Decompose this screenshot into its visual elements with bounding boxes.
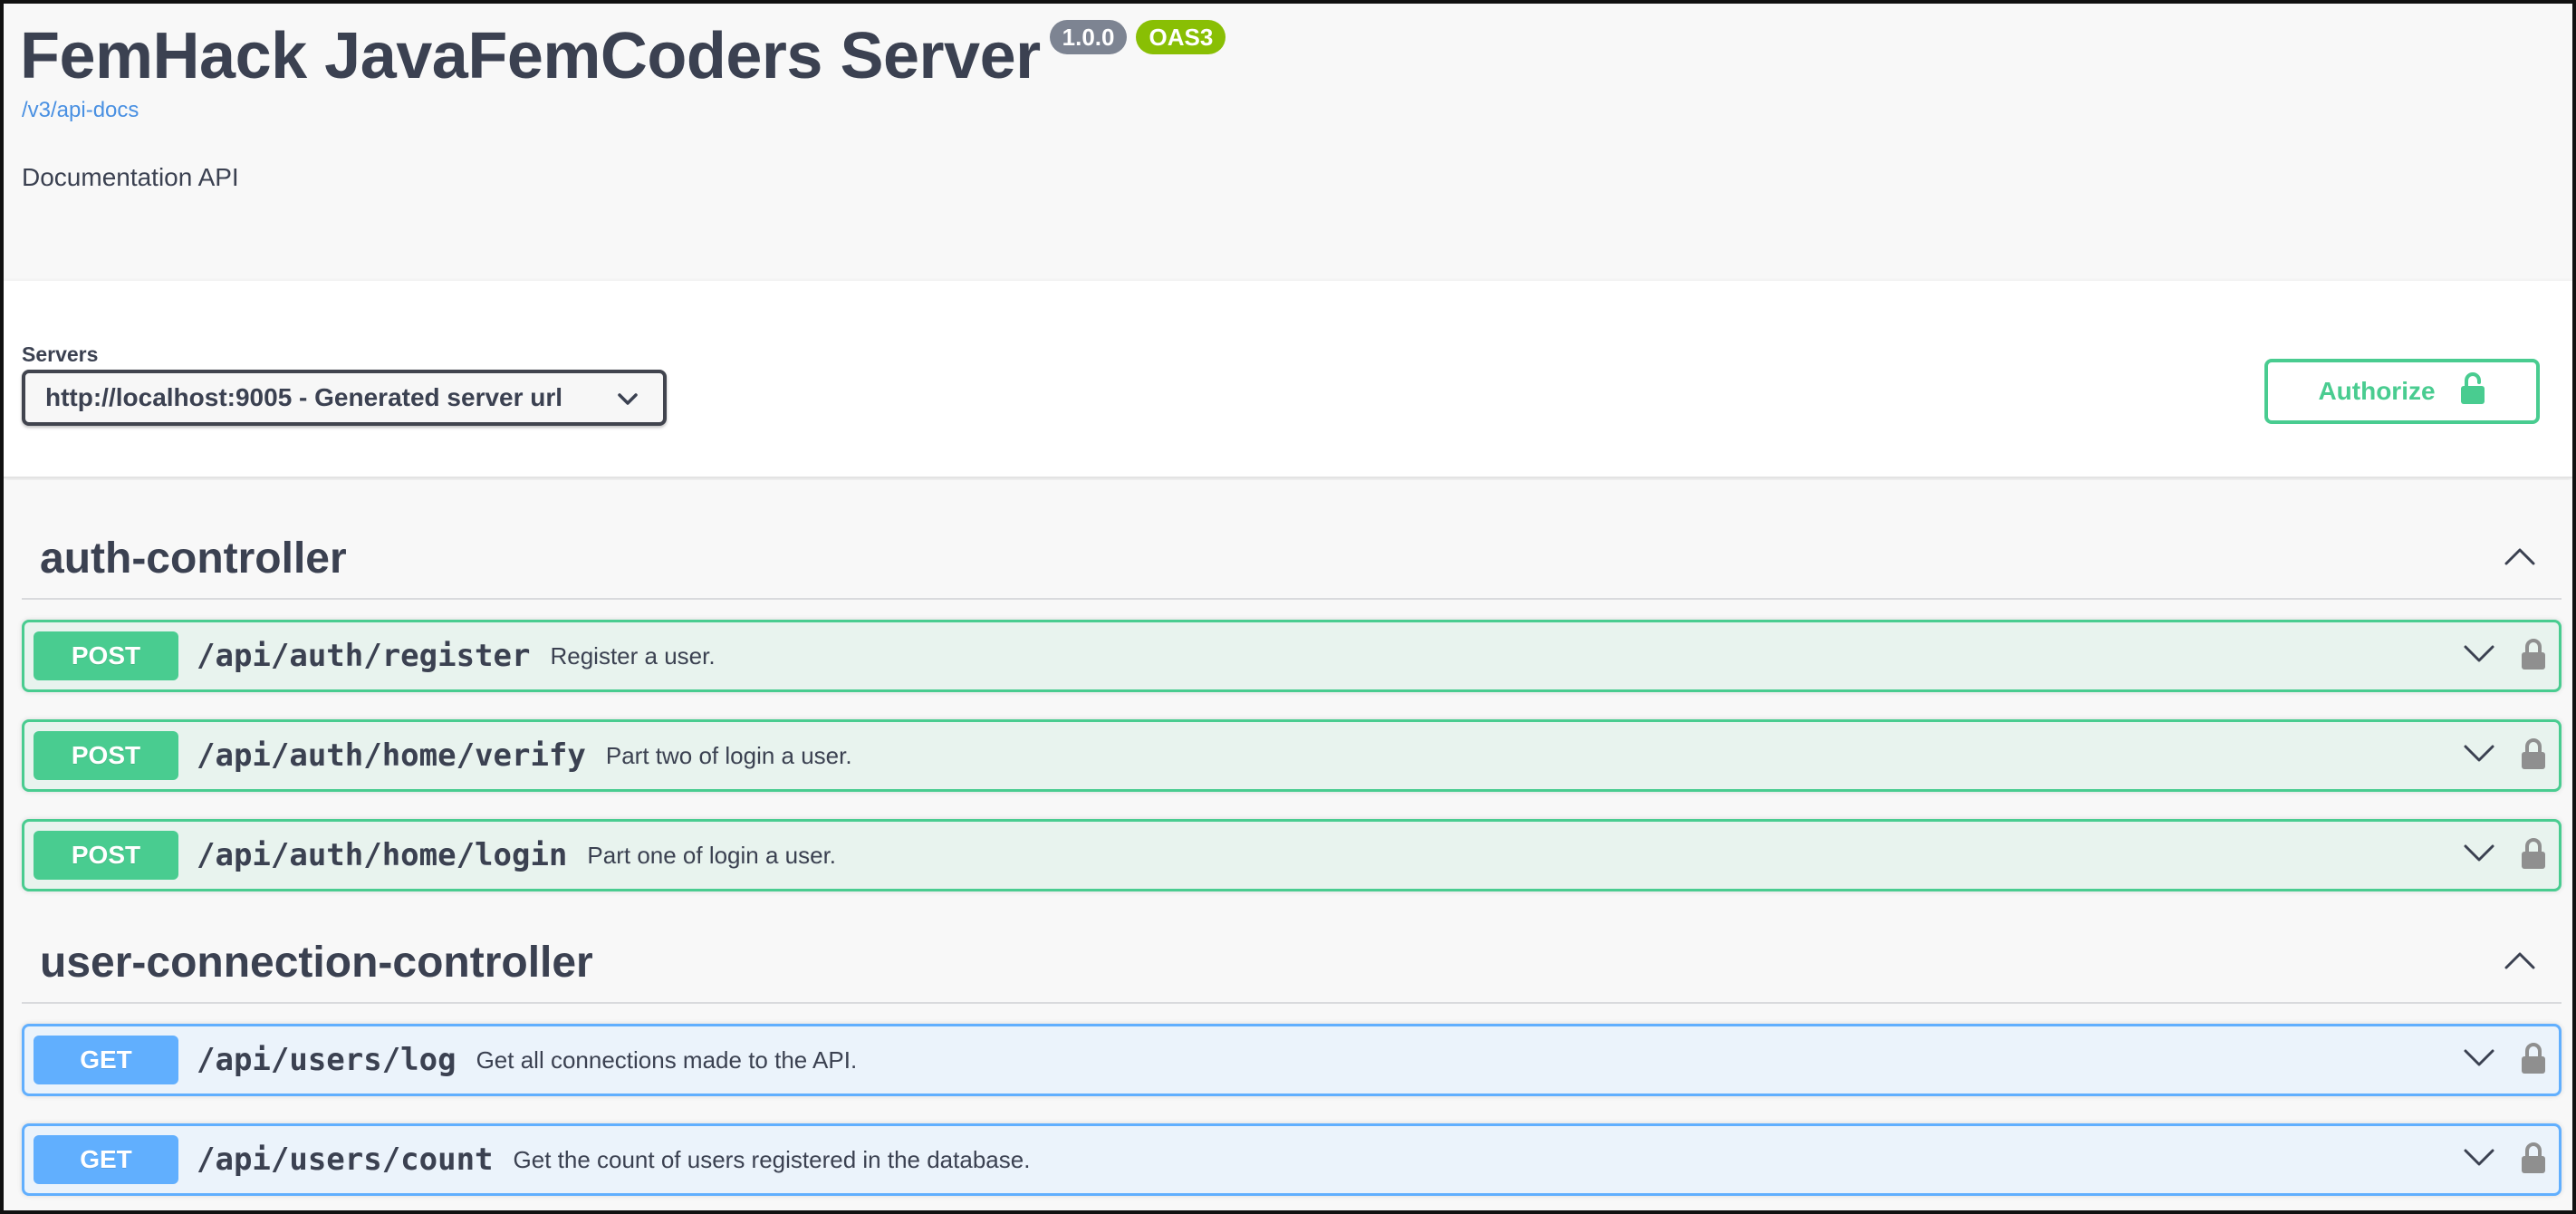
operation-path: /api/auth/register — [197, 638, 531, 674]
server-select-value: http://localhost:9005 - Generated server… — [45, 383, 563, 411]
chevron-down-icon[interactable] — [2463, 1048, 2495, 1073]
swagger-ui-page: FemHack JavaFemCoders Server 1.0.0 OAS3 … — [0, 0, 2576, 1214]
method-badge: POST — [34, 731, 178, 780]
authorize-label: Authorize — [2318, 377, 2436, 405]
server-select[interactable]: http://localhost:9005 - Generated server… — [22, 370, 667, 426]
operation-path: /api/users/count — [197, 1142, 494, 1178]
operation-post-register[interactable]: POST /api/auth/register Register a user. — [22, 620, 2562, 692]
operation-controls — [2463, 836, 2559, 875]
oas-badge: OAS3 — [1136, 20, 1226, 54]
scheme-container: Servers http://localhost:9005 - Generate… — [4, 281, 2572, 478]
operation-summary: Get all connections made to the API. — [476, 1045, 858, 1074]
api-description: Documentation API — [22, 163, 239, 191]
operation-get-users-log[interactable]: GET /api/users/log Get all connections m… — [22, 1024, 2562, 1096]
operations-section: auth-controller POST /api/auth/register … — [4, 480, 2572, 1210]
tag-auth-controller[interactable]: auth-controller — [22, 518, 2562, 600]
lock-icon[interactable] — [2521, 737, 2546, 776]
method-badge: POST — [34, 631, 178, 680]
tag-title: auth-controller — [40, 534, 347, 583]
chevron-down-icon[interactable] — [2463, 1148, 2495, 1172]
operation-summary: Register a user. — [550, 641, 716, 670]
operation-summary: Part two of login a user. — [605, 741, 852, 769]
chevron-up-icon[interactable] — [2504, 546, 2536, 571]
lock-open-icon — [2459, 371, 2486, 412]
chevron-down-icon[interactable] — [2463, 644, 2495, 669]
chevron-up-icon[interactable] — [2504, 950, 2536, 975]
api-info-section: FemHack JavaFemCoders Server 1.0.0 OAS3 … — [4, 4, 2572, 281]
version-badge: 1.0.0 — [1049, 20, 1128, 54]
operation-post-login[interactable]: POST /api/auth/home/login Part one of lo… — [22, 819, 2562, 891]
operation-path: /api/users/log — [197, 1042, 457, 1078]
chevron-down-icon — [618, 383, 638, 412]
operation-controls — [2463, 1041, 2559, 1080]
operation-get-users-count[interactable]: GET /api/users/count Get the count of us… — [22, 1123, 2562, 1196]
method-badge: POST — [34, 831, 178, 880]
method-badge: GET — [34, 1135, 178, 1184]
authorize-button[interactable]: Authorize — [2264, 359, 2540, 424]
operation-summary: Get the count of users registered in the… — [513, 1145, 1031, 1173]
operation-controls — [2463, 637, 2559, 676]
method-badge: GET — [34, 1036, 178, 1084]
operation-path: /api/auth/home/verify — [197, 737, 586, 774]
chevron-down-icon[interactable] — [2463, 744, 2495, 768]
operation-path: /api/auth/home/login — [197, 837, 568, 873]
operation-post-verify[interactable]: POST /api/auth/home/verify Part two of l… — [22, 719, 2562, 792]
lock-icon[interactable] — [2521, 1041, 2546, 1080]
api-docs-link[interactable]: /v3/api-docs — [22, 98, 139, 123]
tag-user-connection-controller[interactable]: user-connection-controller — [22, 922, 2562, 1004]
lock-icon[interactable] — [2521, 1141, 2546, 1180]
servers-label: Servers — [22, 342, 99, 366]
operation-controls — [2463, 737, 2559, 776]
title-row: FemHack JavaFemCoders Server 1.0.0 OAS3 — [20, 14, 1226, 98]
lock-icon[interactable] — [2521, 637, 2546, 676]
tag-title: user-connection-controller — [40, 938, 593, 987]
api-title: FemHack JavaFemCoders Server — [20, 20, 1041, 92]
operation-controls — [2463, 1141, 2559, 1180]
operation-summary: Part one of login a user. — [587, 841, 837, 869]
chevron-down-icon[interactable] — [2463, 843, 2495, 868]
lock-icon[interactable] — [2521, 836, 2546, 875]
